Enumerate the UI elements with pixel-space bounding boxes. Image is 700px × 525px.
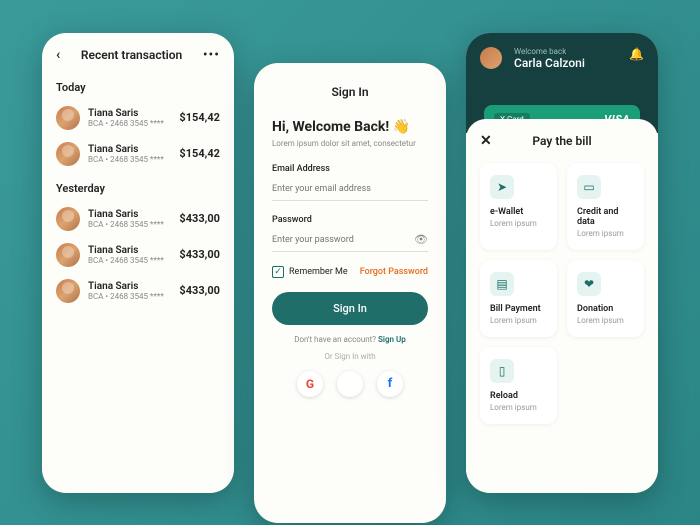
bottom-sheet: ✕ Pay the bill ➤ e-Wallet Lorem ipsum ▭ … [466, 119, 658, 493]
phone-transactions: ‹ Recent transaction ••• Today Tiana Sar… [42, 33, 234, 493]
header-title: Sign In [272, 85, 428, 99]
section-today: Today [42, 71, 234, 100]
heart-icon: ❤ [577, 272, 601, 296]
user-name: Carla Calzoni [514, 56, 585, 70]
close-icon[interactable]: ✕ [480, 133, 498, 149]
email-field[interactable] [272, 178, 428, 201]
section-yesterday: Yesterday [42, 172, 234, 201]
remember-checkbox[interactable]: ✓ Remember Me [272, 266, 348, 278]
back-icon[interactable]: ‹ [56, 47, 60, 63]
avatar [56, 243, 80, 267]
transaction-row[interactable]: Tiana Saris BCA • 2468 3545 **** $154,42 [42, 136, 234, 172]
tile-donation[interactable]: ❤ Donation Lorem ipsum [567, 260, 644, 337]
transaction-row[interactable]: Tiana Saris BCA • 2468 3545 **** $433,00 [42, 237, 234, 273]
signin-button[interactable]: Sign In [272, 292, 428, 325]
avatar [56, 142, 80, 166]
password-field[interactable] [272, 229, 428, 252]
facebook-icon[interactable]: f [377, 371, 403, 397]
google-icon[interactable]: G [297, 371, 323, 397]
tile-ewallet[interactable]: ➤ e-Wallet Lorem ipsum [480, 163, 557, 250]
more-icon[interactable]: ••• [203, 47, 220, 63]
welcome-text: Welcome back [514, 47, 585, 56]
avatar [56, 106, 80, 130]
sheet-title: Pay the bill [498, 134, 644, 148]
avatar [56, 207, 80, 231]
bell-icon[interactable]: 🔔 [629, 47, 644, 61]
subtext: Lorem ipsum dolor sit amet, consectetur [272, 139, 428, 148]
check-icon: ✓ [272, 266, 284, 278]
page-title: Recent transaction [81, 48, 182, 62]
wallet-icon: ▭ [577, 175, 601, 199]
avatar[interactable] [480, 47, 502, 69]
file-icon: ▤ [490, 272, 514, 296]
send-icon: ➤ [490, 175, 514, 199]
avatar [56, 279, 80, 303]
tile-reload[interactable]: ▯ Reload Lorem ipsum [480, 347, 557, 424]
transaction-row[interactable]: Tiana Saris BCA • 2468 3545 **** $433,00 [42, 273, 234, 309]
tile-bill-payment[interactable]: ▤ Bill Payment Lorem ipsum [480, 260, 557, 337]
forgot-link[interactable]: Forgot Password [360, 267, 428, 277]
password-label: Password [272, 215, 428, 225]
phone-pay-bill: 🔔 Welcome back Carla Calzoni X-Card VISA… [466, 33, 658, 493]
signup-link[interactable]: Sign Up [378, 335, 406, 344]
phone-signin: Sign In Hi, Welcome Back! 👋 Lorem ipsum … [254, 63, 446, 523]
transaction-row[interactable]: Tiana Saris BCA • 2468 3545 **** $433,00 [42, 201, 234, 237]
apple-icon[interactable] [337, 371, 363, 397]
or-divider: Or Sign In with [272, 352, 428, 361]
eye-icon[interactable]: 👁 [414, 233, 428, 246]
phone-icon: ▯ [490, 359, 514, 383]
headline: Hi, Welcome Back! 👋 [272, 119, 428, 135]
email-label: Email Address [272, 164, 428, 174]
signup-line: Don't have an account? Sign Up [272, 335, 428, 344]
transaction-row[interactable]: Tiana Saris BCA • 2468 3545 **** $154,42 [42, 100, 234, 136]
tile-credit-data[interactable]: ▭ Credit and data Lorem ipsum [567, 163, 644, 250]
